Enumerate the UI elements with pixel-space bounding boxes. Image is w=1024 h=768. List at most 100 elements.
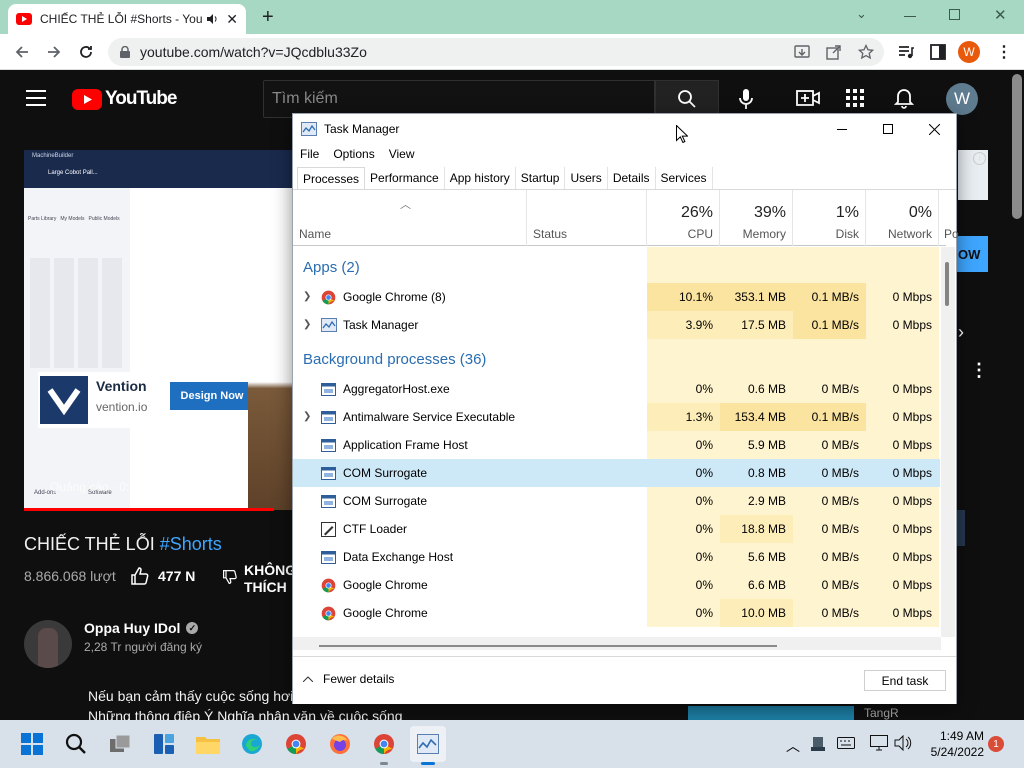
table-row[interactable]: ❯ Google Chrome (8) 10.1% 353.1 MB 0.1 MB/s 0… [293,283,940,311]
audio-playing-icon[interactable] [206,13,218,25]
sidebar-ad-button[interactable]: OW [956,236,988,272]
table-row[interactable]: Google Chrome 0% 6.6 MB 0 MB/s 0 Mbps [293,571,940,599]
table-row[interactable]: ❯ Task Manager 3.9% 17.5 MB 0.1 MB/s 0 Mbps [293,311,940,339]
column-name[interactable]: ︿ Name [293,190,527,246]
channel-name[interactable]: Oppa Huy IDol ✓ [84,620,202,636]
reload-button[interactable] [74,40,98,64]
create-video-icon[interactable] [796,89,820,107]
taskmanager-taskbar-button[interactable] [410,726,446,762]
file-explorer-button[interactable] [190,726,226,762]
forward-button[interactable] [42,40,66,64]
address-bar[interactable]: youtube.com/watch?v=JQcdblu33Zo [108,38,884,66]
table-row[interactable]: Google Chrome 0% 10.0 MB 0 MB/s 0 Mbps [293,599,940,627]
edge-button[interactable] [234,726,270,762]
column-disk[interactable]: 1% Disk [793,190,866,246]
back-button[interactable] [10,40,34,64]
column-cpu[interactable]: 26% CPU [647,190,720,246]
column-memory[interactable]: 39% Memory [720,190,793,246]
voice-search-icon[interactable] [738,88,754,110]
widgets-button[interactable] [146,726,182,762]
close-tab-icon[interactable]: ✕ [226,11,238,28]
chrome-profile-button[interactable] [366,726,402,762]
hashtag-link[interactable]: #Shorts [160,534,222,554]
tm-close-button[interactable] [911,114,957,144]
column-network[interactable]: 0% Network [866,190,939,246]
ad-card[interactable]: Vention vention.io Design Now [38,372,254,428]
restore-window-button[interactable] [949,9,960,20]
share-icon[interactable] [822,40,846,64]
tab-details[interactable]: Details [608,167,656,189]
media-control-icon[interactable] [894,40,918,64]
horizontal-scroll-thumb[interactable] [319,645,777,647]
tab-search-icon[interactable]: ⌄ [856,6,867,22]
titlebar[interactable]: Task Manager [293,114,956,144]
bookmark-star-icon[interactable] [854,40,878,64]
chrome-button[interactable] [278,726,314,762]
table-row[interactable]: COM Surrogate 0% 2.9 MB 0 MB/s 0 Mbps [293,487,940,515]
hamburger-menu-icon[interactable] [26,90,46,106]
browser-tab[interactable]: CHIẾC THẺ LỖI #Shorts - You ✕ [8,4,246,34]
expand-chevron-icon[interactable]: ❯ [303,291,311,302]
system-clock[interactable]: 1:49 AM 5/24/2022 [931,728,984,760]
apps-grid-icon[interactable] [846,89,864,107]
tab-startup[interactable]: Startup [516,167,566,189]
expand-chevron-icon[interactable]: ❯ [303,411,311,422]
profile-avatar[interactable]: W [958,41,980,63]
table-row[interactable]: AggregatorHost.exe 0% 0.6 MB 0 MB/s 0 Mbps [293,375,940,403]
suggested-video-thumbnail[interactable] [688,706,854,720]
like-button[interactable]: 477 N [130,566,195,586]
info-icon[interactable]: i [973,152,986,165]
menu-view[interactable]: View [389,147,415,161]
new-tab-button[interactable]: + [262,6,274,29]
video-player[interactable]: MachineBuilder Large Cobot Pall... Parts… [24,150,292,510]
video-progress-bar[interactable] [24,508,274,511]
notifications-bell-icon[interactable] [894,87,914,109]
tab-performance[interactable]: Performance [365,167,445,189]
tm-minimize-button[interactable] [819,114,865,144]
tm-maximize-button[interactable] [865,114,911,144]
table-row[interactable]: Application Frame Host 0% 5.9 MB 0 MB/s 0 Mb… [293,431,940,459]
side-panel-icon[interactable] [926,40,950,64]
fewer-details-button[interactable]: Fewer details [303,672,394,686]
youtube-logo[interactable]: YouTube [72,88,177,110]
tab-app-history[interactable]: App history [445,167,516,189]
show-hidden-icons-chevron-icon[interactable]: ︿ [786,736,800,756]
column-status[interactable]: Status [527,190,647,246]
chevron-right-icon[interactable]: › [958,322,964,343]
ad-cta-button[interactable]: Design Now [170,382,254,410]
keyboard-icon[interactable] [837,737,855,749]
table-row[interactable]: ❯ Antimalware Service Executable 1.3% 153.4… [293,403,940,431]
volume-icon[interactable] [894,735,912,751]
column-power[interactable]: Po [939,190,959,246]
widgets-icon [154,734,174,754]
tab-services[interactable]: Services [656,167,713,189]
taskbar-search-button[interactable] [58,726,94,762]
more-options-icon[interactable]: ⋮ [970,360,988,381]
usb-device-icon[interactable] [811,736,825,752]
account-avatar[interactable]: W [946,83,978,115]
page-scrollbar-thumb[interactable] [1012,74,1022,219]
task-view-button[interactable] [102,726,138,762]
end-task-button[interactable]: End task [864,670,946,691]
vertical-scroll-thumb[interactable] [945,262,949,306]
channel-avatar[interactable] [24,620,72,668]
start-button[interactable] [14,726,50,762]
lock-icon[interactable] [120,46,130,58]
tab-users[interactable]: Users [565,167,608,189]
tab-processes[interactable]: Processes [297,167,366,189]
table-row[interactable]: Data Exchange Host 0% 5.6 MB 0 MB/s 0 Mbps [293,543,940,571]
expand-chevron-icon[interactable]: ❯ [303,319,311,330]
menu-options[interactable]: Options [333,147,374,161]
minimize-window-button[interactable] [904,16,916,17]
table-row[interactable]: COM Surrogate 0% 0.8 MB 0 MB/s 0 Mbps [293,459,940,487]
browser-menu-icon[interactable]: ⋮ [996,42,1012,62]
horizontal-scrollbar[interactable] [293,637,941,650]
close-window-button[interactable]: ✕ [994,6,1007,24]
network-icon[interactable] [870,735,888,751]
dislike-button[interactable]: KHÔNG THÍCH [222,562,296,596]
menu-file[interactable]: File [300,147,319,161]
install-app-icon[interactable] [790,40,814,64]
firefox-button[interactable] [322,726,358,762]
notification-badge[interactable]: 1 [988,736,1004,752]
table-row[interactable]: CTF Loader 0% 18.8 MB 0 MB/s 0 Mbps [293,515,940,543]
